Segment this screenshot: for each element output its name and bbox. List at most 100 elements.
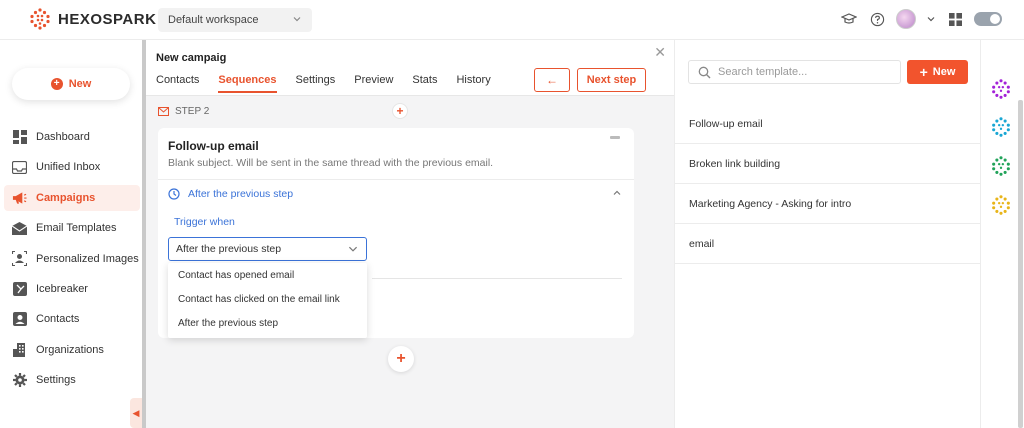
sidebar-item-label: Unified Inbox: [36, 161, 101, 174]
workspace-select[interactable]: Default workspace: [158, 8, 312, 32]
close-icon[interactable]: ✕: [654, 44, 666, 61]
help-icon[interactable]: [868, 10, 886, 28]
template-item[interactable]: Broken link building: [675, 144, 981, 184]
chevron-down-icon[interactable]: [926, 10, 936, 28]
templates-panel: + New Follow-up email Broken link buildi…: [674, 40, 981, 428]
sidebar-item-dashboard[interactable]: Dashboard: [4, 124, 140, 150]
sidebar-item-unified-inbox[interactable]: Unified Inbox: [4, 154, 140, 180]
tab-settings[interactable]: Settings: [296, 74, 336, 93]
trigger-select-value: After the previous step: [176, 243, 282, 255]
clock-icon: [168, 188, 180, 200]
sidebar-item-label: Dashboard: [36, 131, 90, 143]
collapse-sidebar-button[interactable]: ◀: [130, 398, 142, 428]
campaign-tabs: Contacts Sequences Settings Preview Stat…: [156, 74, 491, 93]
dropdown-option-after-previous-step[interactable]: After the previous step: [168, 311, 367, 335]
sidebar-nav: Dashboard Unified Inbox Campaigns Email …: [4, 124, 140, 398]
template-item[interactable]: Marketing Agency - Asking for intro: [675, 184, 981, 224]
tab-sequences[interactable]: Sequences: [218, 74, 277, 93]
step-card: Follow-up email Blank subject. Will be s…: [158, 128, 634, 338]
app-green-icon[interactable]: [990, 155, 1012, 177]
theme-toggle[interactable]: [974, 12, 1002, 26]
icebreaker-icon: [12, 281, 27, 296]
sidebar-item-label: Personalized Images: [36, 252, 139, 265]
envelope-icon: [158, 107, 169, 116]
chevron-down-icon: [348, 246, 358, 252]
template-search: [688, 60, 901, 84]
app-cyan-icon[interactable]: [990, 116, 1012, 138]
template-list: Follow-up email Broken link building Mar…: [675, 104, 981, 264]
new-template-label: New: [932, 66, 956, 78]
timing-header[interactable]: After the previous step: [168, 188, 293, 200]
apps-grid-icon[interactable]: [946, 10, 964, 28]
sidebar-item-label: Campaigns: [36, 191, 96, 204]
caret-left-icon: ◀: [132, 407, 140, 418]
chevron-up-icon[interactable]: [612, 188, 622, 201]
tab-stats[interactable]: Stats: [412, 74, 437, 93]
step-label: STEP 2: [158, 106, 209, 117]
sidebar-item-label: Contacts: [36, 313, 80, 326]
sidebar-item-settings[interactable]: Settings: [4, 367, 140, 393]
trigger-label: Trigger when: [174, 216, 235, 228]
hexospark-logo-icon: [30, 8, 50, 30]
step-title: Follow-up email: [168, 139, 259, 153]
template-item[interactable]: email: [675, 224, 981, 264]
step-subtitle: Blank subject. Will be sent in the same …: [168, 157, 494, 169]
chevron-down-icon: [293, 17, 301, 22]
tab-preview[interactable]: Preview: [354, 74, 393, 93]
top-icons: [840, 9, 1002, 29]
sidebar-item-email-templates[interactable]: Email Templates: [4, 215, 140, 241]
workspace-label: Default workspace: [168, 14, 259, 26]
graduation-cap-icon[interactable]: [840, 10, 858, 28]
timing-label: After the previous step: [188, 188, 294, 200]
add-step-above-button[interactable]: +: [392, 103, 408, 119]
user-avatar[interactable]: [896, 9, 916, 29]
template-search-input[interactable]: [718, 66, 888, 78]
app-yellow-icon[interactable]: [990, 194, 1012, 216]
template-item[interactable]: Follow-up email: [675, 104, 981, 144]
gear-icon: [12, 373, 27, 388]
campaign-title[interactable]: New campaig: [156, 52, 226, 64]
sidebar-item-label: Icebreaker: [36, 282, 88, 295]
sidebar-item-label: Organizations: [36, 343, 104, 356]
minimize-icon[interactable]: [610, 136, 620, 139]
next-step-button[interactable]: Next step: [577, 68, 646, 92]
search-icon: [698, 66, 711, 78]
divider: [372, 278, 622, 279]
sidebar-item-label: Settings: [36, 374, 76, 387]
sidebar: + New Dashboard Unified Inbox Campaigns: [0, 40, 144, 428]
sidebar-item-icebreaker[interactable]: Icebreaker: [4, 276, 140, 302]
step-number: STEP 2: [175, 106, 210, 117]
sidebar-item-contacts[interactable]: Contacts: [4, 306, 140, 332]
plus-icon: +: [50, 78, 63, 90]
user-image-icon: [12, 251, 27, 267]
campaign-header: New campaig Contacts Sequences Settings …: [146, 40, 674, 96]
new-button[interactable]: + New: [12, 68, 130, 100]
divider: [158, 179, 634, 180]
app-name: HEXOSPARK: [58, 10, 157, 28]
top-bar: HEXOSPARK Default workspace: [0, 0, 1024, 40]
trigger-select[interactable]: After the previous step: [168, 237, 367, 261]
dropdown-option-opened-email[interactable]: Contact has opened email: [168, 263, 367, 287]
dropdown-option-clicked-link[interactable]: Contact has clicked on the email link: [168, 287, 367, 311]
megaphone-icon: [12, 190, 27, 205]
dashboard-icon: [12, 130, 27, 145]
sidebar-item-campaigns[interactable]: Campaigns: [4, 184, 140, 211]
new-button-label: New: [68, 78, 92, 90]
app-logo[interactable]: HEXOSPARK: [28, 7, 156, 31]
new-template-button[interactable]: + New: [907, 60, 968, 84]
trigger-dropdown: Contact has opened email Contact has cli…: [168, 263, 367, 338]
sidebar-item-label: Email Templates: [36, 222, 117, 235]
sidebar-item-personalized-images[interactable]: Personalized Images: [4, 246, 140, 272]
campaign-editor: New campaig Contacts Sequences Settings …: [146, 40, 674, 428]
envelope-icon: [12, 221, 27, 236]
tab-history[interactable]: History: [456, 74, 490, 93]
tab-contacts[interactable]: Contacts: [156, 74, 199, 93]
back-button[interactable]: ←: [534, 68, 570, 92]
building-icon: [12, 342, 27, 357]
inbox-icon: [12, 160, 27, 175]
sidebar-item-organizations[interactable]: Organizations: [4, 337, 140, 363]
add-step-button[interactable]: +: [388, 346, 414, 372]
app-purple-icon[interactable]: [990, 78, 1012, 100]
apps-bar-scrollbar[interactable]: [1018, 100, 1023, 428]
plus-icon: +: [919, 64, 928, 80]
